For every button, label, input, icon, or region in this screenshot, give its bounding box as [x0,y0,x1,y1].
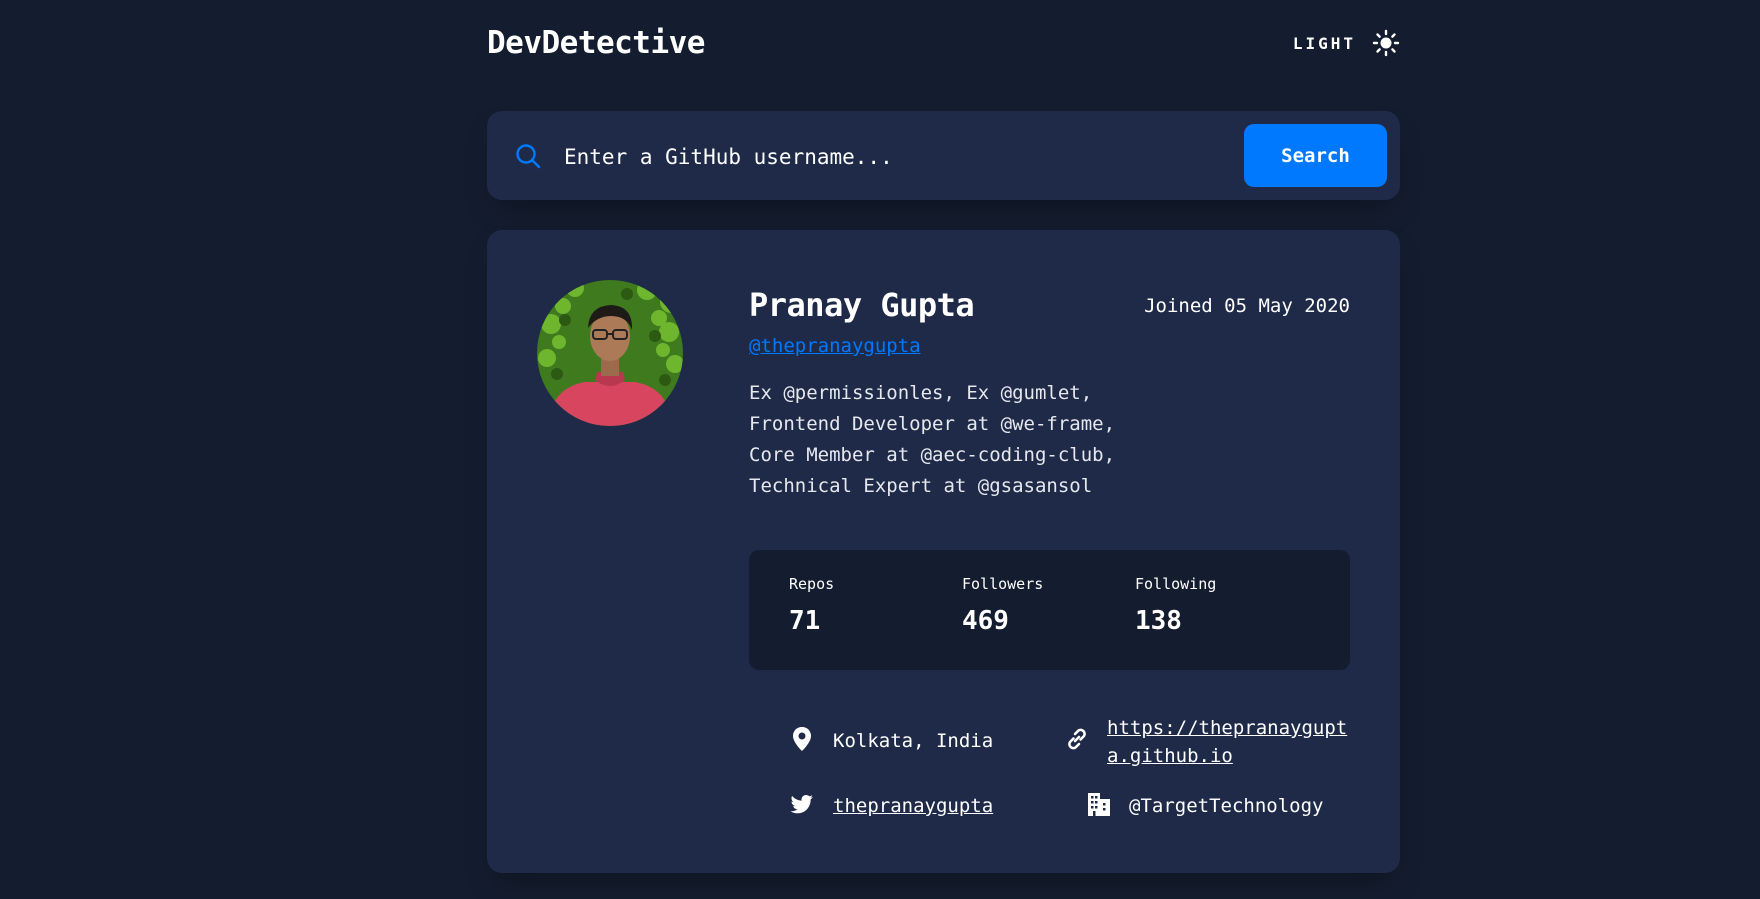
theme-toggle-label[interactable]: LIGHT [1293,34,1356,53]
stat-label: Following [1135,575,1217,593]
location-text: Kolkata, India [833,730,994,752]
bio-line: Ex @permissionles, Ex @gumlet, [749,382,1093,404]
user-name: Pranay Gupta [749,286,975,324]
stat-value: 71 [789,606,821,636]
sun-icon[interactable] [1372,29,1400,57]
website-link-line[interactable]: https://thepranaygupt [1107,714,1347,742]
user-login-link[interactable]: @thepranaygupta [749,331,921,361]
website-link-line[interactable]: a.github.io [1107,742,1347,770]
bio-line: Core Member at @aec-coding-club, [749,444,1116,466]
company-building-icon [1088,793,1110,816]
search-input[interactable] [562,135,1166,179]
stat-following: Following 138 [1135,574,1216,638]
search-button[interactable]: Search [1244,124,1387,187]
user-bio: Ex @permissionles, Ex @gumlet, Frontend … [749,378,1269,502]
stat-label: Followers [962,575,1044,593]
avatar-image [537,280,683,426]
stat-value: 138 [1135,606,1182,636]
search-bar: Search [487,111,1400,200]
joined-date: Joined 05 May 2020 [1144,295,1350,317]
twitter-link[interactable]: thepranaygupta [833,792,993,820]
location-pin-icon [793,727,811,751]
twitter-icon [790,795,813,814]
theme-toggle[interactable]: LIGHT [1293,20,1400,66]
search-icon [516,144,541,169]
bio-line: Technical Expert at @gsasansol [749,475,1093,497]
stats-panel: Repos 71 Followers 469 Following 138 [749,550,1350,670]
profile-card: Pranay Gupta Joined 05 May 2020 @thepran… [487,230,1400,873]
website-link[interactable]: https://thepranaygupt a.github.io [1107,714,1347,770]
stat-repos: Repos 71 [789,574,834,638]
avatar [537,280,683,426]
stat-followers: Followers 469 [962,574,1043,638]
bio-line: Frontend Developer at @we-frame, [749,413,1116,435]
link-icon [1068,728,1086,750]
stat-label: Repos [789,575,835,593]
company-text: @TargetTechnology [1129,795,1324,817]
header: DevDetective LIGHT [487,20,1400,66]
stat-value: 469 [962,606,1009,636]
app-logo: DevDetective [487,25,705,61]
